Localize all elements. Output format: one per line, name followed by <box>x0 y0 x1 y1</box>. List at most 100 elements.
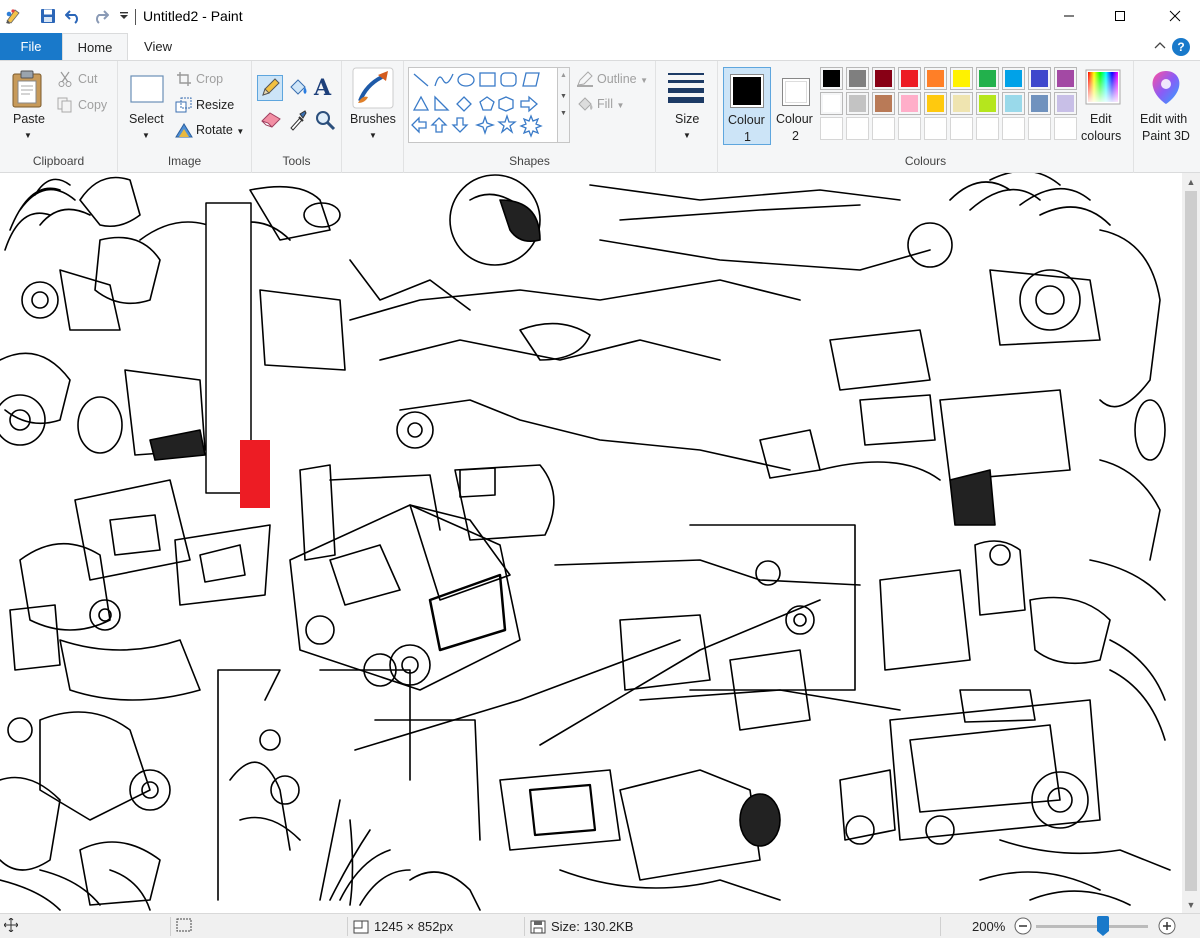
colour1-number: 1 <box>744 130 751 144</box>
palette-swatch-empty[interactable] <box>950 117 973 140</box>
crop-button[interactable]: Crop <box>196 72 223 86</box>
palette-swatch[interactable] <box>1002 67 1025 90</box>
paste-label[interactable]: Paste <box>13 112 45 126</box>
canvas-workspace[interactable] <box>0 173 1182 913</box>
fill-icon[interactable] <box>287 77 309 102</box>
edit-colours-label-1[interactable]: Edit <box>1090 112 1112 126</box>
palette-swatch[interactable] <box>1028 92 1051 115</box>
copy-button[interactable]: Copy <box>78 98 107 112</box>
size-icon[interactable] <box>667 71 705 106</box>
zoom-slider-track[interactable] <box>1036 925 1148 928</box>
palette-swatch[interactable] <box>846 67 869 90</box>
palette-swatch[interactable] <box>1002 92 1025 115</box>
select-label[interactable]: Select <box>129 112 164 126</box>
pencil-icon[interactable] <box>257 75 283 101</box>
paste-dropdown-icon[interactable]: ▼ <box>24 127 32 141</box>
tab-view[interactable]: View <box>128 33 188 60</box>
colour1-button[interactable]: Colour 1 <box>723 67 771 145</box>
hardware-top <box>249 174 931 479</box>
brushes-icon[interactable] <box>352 67 394 112</box>
palette-swatch[interactable] <box>976 67 999 90</box>
edit-colours-icon[interactable] <box>1085 69 1121 108</box>
palette-swatch[interactable] <box>950 67 973 90</box>
size-dropdown-icon[interactable]: ▼ <box>683 127 691 141</box>
palette-swatch[interactable] <box>976 92 999 115</box>
palette-swatch-empty[interactable] <box>1002 117 1025 140</box>
paint3d-label-1[interactable]: Edit with <box>1140 112 1187 126</box>
status-separator <box>170 917 171 936</box>
canvas-drawing[interactable] <box>0 173 1182 913</box>
zoom-in-button[interactable] <box>1158 917 1176 935</box>
palette-swatch[interactable] <box>820 67 843 90</box>
scroll-up-icon[interactable]: ▲ <box>1182 173 1200 190</box>
colour2-label: Colour <box>776 112 813 126</box>
fill-button[interactable]: Fill ▼ <box>597 97 624 111</box>
magnifier-icon[interactable] <box>314 109 336 134</box>
edit-colours-label-2[interactable]: colours <box>1081 129 1121 143</box>
select-dropdown-icon[interactable]: ▼ <box>142 127 150 141</box>
palette-swatch[interactable] <box>872 67 895 90</box>
scroll-thumb[interactable] <box>1185 191 1197 891</box>
clipboard-group: Paste ▼ Cut Copy Clipboard <box>0 61 118 173</box>
plant-cluster-top-right <box>819 173 1166 561</box>
palette-swatch[interactable] <box>820 92 843 115</box>
paste-icon[interactable] <box>10 69 44 112</box>
palette-swatch-empty[interactable] <box>898 117 921 140</box>
scroll-down-icon[interactable]: ▼ <box>1182 896 1200 913</box>
brushes-dropdown-icon[interactable]: ▼ <box>369 127 377 141</box>
palette-swatch[interactable] <box>1054 67 1077 90</box>
status-separator <box>940 917 941 936</box>
palette-swatch[interactable] <box>1054 92 1077 115</box>
outline-button[interactable]: Outline ▼ <box>597 72 648 86</box>
customize-qat-icon[interactable] <box>114 6 134 26</box>
cut-button[interactable]: Cut <box>78 72 97 86</box>
minimize-icon[interactable] <box>1046 0 1092 32</box>
color-picker-icon[interactable] <box>288 109 308 134</box>
colour2-swatch <box>785 81 807 103</box>
brushes-label[interactable]: Brushes <box>350 112 396 126</box>
help-button[interactable]: ? <box>1172 38 1190 56</box>
cursor-position-icon <box>4 918 18 932</box>
tab-file[interactable]: File <box>0 33 62 60</box>
palette-swatch-empty[interactable] <box>976 117 999 140</box>
palette-swatch-empty[interactable] <box>924 117 947 140</box>
undo-icon[interactable] <box>64 6 84 26</box>
paint-app-icon[interactable] <box>4 6 24 26</box>
maximize-icon[interactable] <box>1097 0 1143 32</box>
palette-swatch-empty[interactable] <box>1054 117 1077 140</box>
zoom-out-button[interactable] <box>1014 917 1032 935</box>
text-icon[interactable]: A <box>314 75 331 101</box>
palette-swatch-empty[interactable] <box>846 117 869 140</box>
colour2-number: 2 <box>792 129 799 143</box>
palette-swatch[interactable] <box>950 92 973 115</box>
status-separator <box>347 917 348 936</box>
select-icon[interactable] <box>130 75 164 106</box>
collapse-ribbon-icon[interactable] <box>1154 38 1166 52</box>
palette-swatch-empty[interactable] <box>872 117 895 140</box>
tab-home[interactable]: Home <box>62 33 128 60</box>
palette-swatch[interactable] <box>1028 67 1051 90</box>
eraser-icon[interactable] <box>260 109 282 132</box>
paint3d-icon[interactable] <box>1149 69 1183 108</box>
colour2-button[interactable]: Colour 2 <box>773 67 819 145</box>
size-label[interactable]: Size <box>675 112 699 126</box>
palette-swatch[interactable] <box>924 67 947 90</box>
palette-swatch[interactable] <box>872 92 895 115</box>
palette-swatch[interactable] <box>898 92 921 115</box>
shapes-scroll[interactable]: ▲ ▼ ▼ <box>558 67 570 143</box>
shapes-gallery[interactable] <box>408 67 558 143</box>
palette-swatch[interactable] <box>924 92 947 115</box>
close-icon[interactable] <box>1152 0 1198 32</box>
paint3d-label-2[interactable]: Paint 3D <box>1142 129 1190 143</box>
palette-swatch-empty[interactable] <box>1028 117 1051 140</box>
zoom-slider-thumb[interactable] <box>1097 916 1109 936</box>
vertical-scrollbar[interactable]: ▲ ▼ <box>1182 173 1200 913</box>
redo-icon[interactable] <box>90 6 110 26</box>
palette-swatch[interactable] <box>846 92 869 115</box>
save-icon[interactable] <box>38 6 58 26</box>
resize-button[interactable]: Resize <box>196 98 234 112</box>
palette-swatch-empty[interactable] <box>820 117 843 140</box>
palette-swatch[interactable] <box>898 67 921 90</box>
shapes-group: ▲ ▼ ▼ Outline ▼ Fill ▼ Shapes <box>404 61 656 173</box>
rotate-button[interactable]: Rotate ▼ <box>196 123 244 137</box>
